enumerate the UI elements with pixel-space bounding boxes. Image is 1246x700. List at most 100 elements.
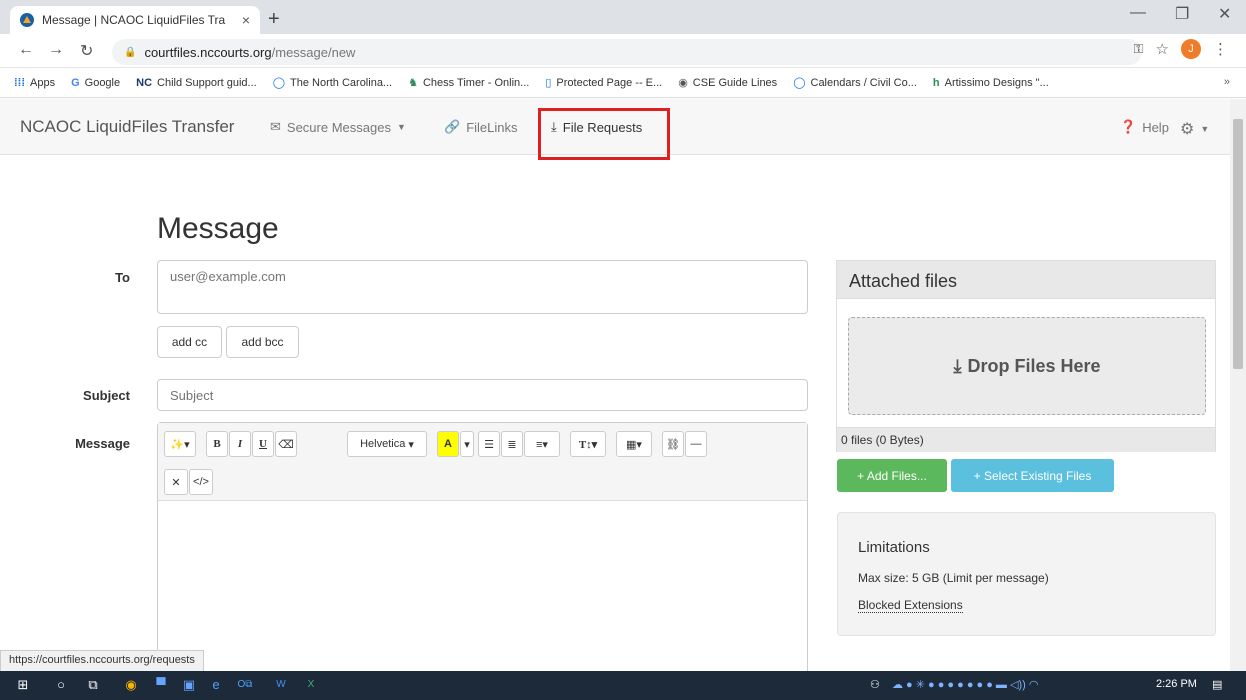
chrome-icon[interactable]: ◉ [122,676,140,694]
bookmark-calendars[interactable]: ◯ Calendars / Civil Co... [793,76,917,90]
bookmarks-overflow-icon[interactable]: » [1224,76,1230,88]
key-icon[interactable]: ⚿ [1134,41,1144,57]
bookmark-north-carolina[interactable]: ◯ The North Carolina... [272,76,393,90]
outlook-icon[interactable]: O⧉ [236,676,254,694]
envelope-icon: ✉ [270,119,281,134]
url-path: /message/new [271,44,356,60]
bookmark-google[interactable]: G Google [71,77,120,89]
magic-wand-icon[interactable]: ✨▾ [164,431,196,457]
message-label: Message [75,436,130,451]
brand-title[interactable]: NCAOC LiquidFiles Transfer [20,117,234,137]
gear-icon: ⚙ [1180,121,1195,138]
people-icon[interactable]: ⚇ [870,678,880,691]
bookmark-cse-guide[interactable]: ◉ CSE Guide Lines [678,76,778,90]
nav-settings[interactable]: ⚙ ▼ [1180,119,1209,139]
minimize-icon[interactable]: — [1130,4,1146,22]
nav-label: Help [1142,119,1169,135]
caret-down-icon: ▼ [396,122,406,132]
bookmark-label: Artissimo Designs "... [944,76,1049,89]
globe-icon: ◯ [272,77,285,89]
blocked-extensions-link[interactable]: Blocked Extensions [858,598,963,613]
nav-filelinks[interactable]: 🔗 FileLinks [444,119,517,135]
reload-icon[interactable]: ↻ [80,41,93,61]
files-count: 0 files (0 Bytes) [837,427,1215,452]
close-window-icon[interactable]: ✕ [1218,4,1231,24]
highlight-color-icon[interactable]: A [437,431,459,457]
bookmark-artissimo[interactable]: h Artissimo Designs "... [933,77,1049,89]
bookmark-label: Apps [30,76,56,89]
lock-icon: 🔒 [124,46,137,58]
bookmark-label: The North Carolina... [290,76,393,89]
artissimo-icon: h [932,76,940,89]
search-icon[interactable]: ○ [52,676,70,694]
scrollbar-thumb[interactable] [1233,119,1243,369]
browser-menu-icon[interactable]: ⋮ [1213,40,1228,58]
tray-icons[interactable]: ☁ ● ✳ ● ● ● ● ● ● ● ▬ ◁)) ◠ [892,678,1038,691]
bookmark-label: Child Support guid... [157,76,257,89]
bold-icon[interactable]: B [206,431,228,457]
select-existing-files-button[interactable]: + Select Existing Files [951,459,1114,492]
clock[interactable]: 2:26 PM [1156,678,1197,690]
page-scrollbar[interactable] [1230,99,1246,671]
paragraph-align-icon[interactable]: ≡▾ [524,431,560,457]
dropzone-label: Drop Files Here [967,355,1101,376]
unordered-list-icon[interactable]: ☰ [478,431,500,457]
fullscreen-icon[interactable]: ✕ [164,469,188,495]
star-icon[interactable]: ☆ [1156,40,1169,58]
apps-grid-icon: ⁞⁞⁞ [14,76,25,89]
italic-icon[interactable]: I [229,431,251,457]
bookmark-label: CSE Guide Lines [692,76,778,89]
line-height-icon[interactable]: T↕▾ [570,431,606,457]
caret-down-icon: ▼ [1200,124,1210,134]
bookmark-label: Chess Timer - Onlin... [422,76,530,89]
subject-field[interactable] [157,379,808,411]
editor-toolbar: ✨▾ B I U ⌫ Helvetica ▾ A ▾ ☰ ≣ ≡▾ T↕▾ ▦▾… [158,423,807,501]
add-files-button[interactable]: + Add Files... [837,459,947,492]
file-dropzone[interactable]: ⤓ Drop Files Here [848,317,1206,415]
to-label: To [115,270,130,285]
new-tab-button[interactable]: + [268,8,280,31]
notifications-icon[interactable]: ▤ [1212,678,1222,691]
back-arrow-icon[interactable]: ← [18,41,34,59]
limitations-panel: Limitations Max size: 5 GB (Limit per me… [837,512,1216,636]
excel-icon[interactable]: X [302,676,320,694]
forward-arrow-icon[interactable]: → [48,41,64,59]
nav-help[interactable]: ❓ Help [1120,119,1169,135]
windows-start-icon[interactable]: ⊞ [14,676,32,694]
browser-toolbar: ← → ↻ 🔒 courtfiles.nccourts.org/message/… [0,34,1246,68]
address-bar[interactable]: 🔒 courtfiles.nccourts.org/message/new [112,39,1142,65]
browser-tab[interactable]: Message | NCAOC LiquidFiles Tra × [10,6,260,34]
message-editor[interactable]: ✨▾ B I U ⌫ Helvetica ▾ A ▾ ☰ ≣ ≡▾ T↕▾ ▦▾… [157,422,808,672]
add-cc-button[interactable]: add cc [157,326,222,358]
color-caret-icon[interactable]: ▾ [460,431,474,457]
liquidfiles-favicon-icon [20,13,34,27]
bookmark-protected-page[interactable]: ▯ Protected Page -- E... [545,76,662,90]
to-field[interactable] [157,260,808,314]
bookmark-apps[interactable]: ⁞⁞⁞ Apps [14,77,55,89]
document-icon: ▯ [545,77,552,89]
bookmark-chess-timer[interactable]: ♞ Chess Timer - Onlin... [408,76,530,90]
word-icon[interactable]: W [272,676,290,694]
nav-secure-messages[interactable]: ✉ Secure Messages ▼ [270,119,406,135]
bookmark-child-support[interactable]: NC Child Support guid... [136,77,257,89]
edge-icon[interactable]: e [207,676,225,694]
file-explorer-icon[interactable]: ▀ [152,676,170,694]
tab-close-icon[interactable]: × [242,12,250,28]
profile-avatar[interactable]: J [1181,39,1201,59]
max-size-text: Max size: 5 GB (Limit per message) [858,571,1049,585]
eraser-icon[interactable]: ⌫ [275,431,297,457]
ordered-list-icon[interactable]: ≣ [501,431,523,457]
table-icon[interactable]: ▦▾ [616,431,652,457]
maximize-icon[interactable]: ❐ [1175,4,1189,24]
attached-files-panel: Attached files ⤓ Drop Files Here 0 files… [836,260,1216,452]
add-bcc-button[interactable]: add bcc [226,326,299,358]
horizontal-rule-icon[interactable]: — [685,431,707,457]
underline-icon[interactable]: U [252,431,274,457]
browser-tabstrip: Message | NCAOC LiquidFiles Tra × + — ❐ … [0,0,1246,34]
link-icon[interactable]: ⛓ [662,431,684,457]
store-icon[interactable]: ▣ [180,676,198,694]
code-view-icon[interactable]: </> [189,469,213,495]
task-view-icon[interactable]: ⧉ [84,676,102,694]
font-family-dropdown[interactable]: Helvetica ▾ [347,431,427,457]
bookmark-label: Calendars / Civil Co... [810,76,917,89]
